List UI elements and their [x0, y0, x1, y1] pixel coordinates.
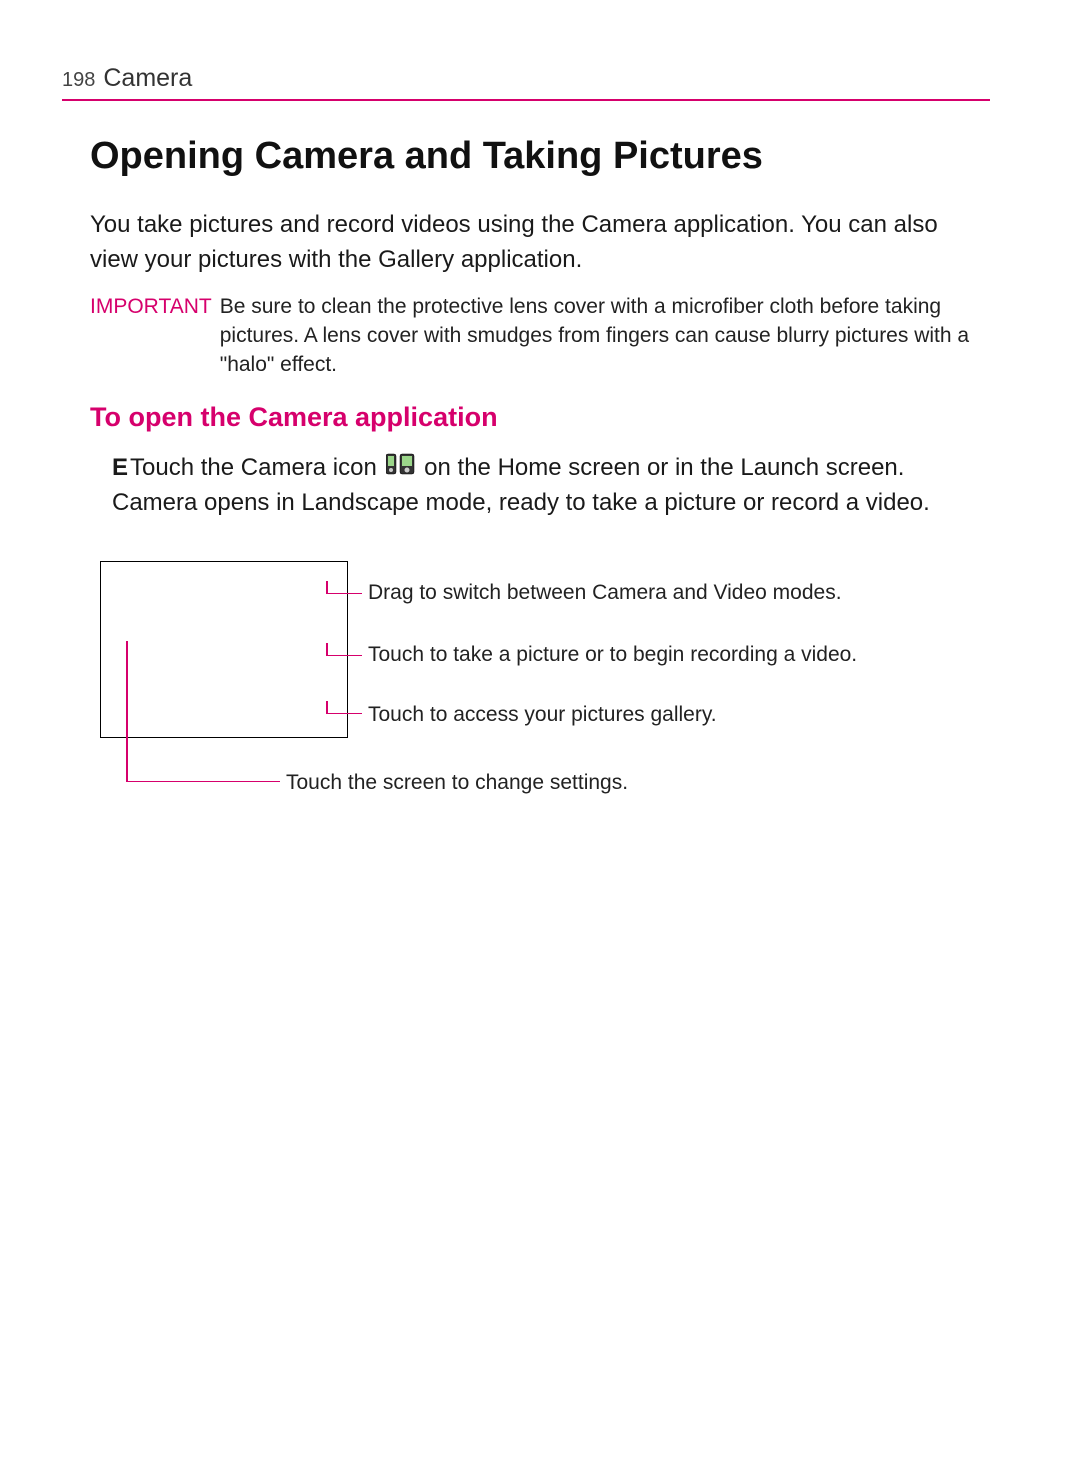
subheading-open-camera: To open the Camera application [90, 402, 990, 433]
intro-pre: You take pictures and record videos usin… [90, 211, 581, 238]
callout-tick [326, 701, 328, 713]
app-name-camera: Camera [581, 211, 666, 238]
callout-leader [126, 641, 128, 781]
camera-word: Camera [241, 454, 326, 481]
callout-shutter: Touch to take a picture or to begin reco… [368, 641, 857, 669]
callout-leader [126, 781, 280, 783]
instruction-step: ETouch the Camera icon on the Home scree… [112, 451, 990, 521]
step-bullet: E [112, 454, 128, 481]
page-title: Opening Camera and Taking Pictures [90, 135, 990, 178]
important-text: Be sure to clean the protective lens cov… [220, 292, 990, 380]
intro-paragraph: You take pictures and record videos usin… [90, 208, 990, 278]
step-mid: icon [326, 454, 383, 481]
callout-leader [326, 655, 362, 657]
camera-app-icon [386, 451, 416, 486]
important-label: IMPORTANT [90, 292, 212, 380]
callout-leader [326, 593, 362, 595]
camera-viewfinder-box [100, 561, 348, 738]
callout-settings: Touch the screen to change settings. [286, 769, 628, 797]
step-pre: Touch the [130, 454, 241, 481]
camera-diagram: Drag to switch between Camera and Video … [90, 561, 990, 821]
callout-tick [326, 581, 328, 593]
header-rule [62, 99, 990, 101]
important-note: IMPORTANT Be sure to clean the protectiv… [90, 292, 990, 380]
step-post: on the Home screen or in the Launch scre… [418, 454, 905, 481]
page-header: 198 Camera [62, 64, 990, 93]
callout-gallery: Touch to access your pictures gallery. [368, 701, 717, 729]
step-line2: Camera opens in Landscape mode, ready to… [112, 489, 930, 516]
callout-mode-switch: Drag to switch between Camera and Video … [368, 579, 842, 607]
callout-tick [326, 643, 328, 655]
intro-post: application. [454, 246, 582, 273]
section-name: Camera [103, 64, 192, 93]
page-number: 198 [62, 69, 95, 92]
callout-leader [326, 713, 362, 715]
app-name-gallery: Gallery [378, 246, 454, 273]
